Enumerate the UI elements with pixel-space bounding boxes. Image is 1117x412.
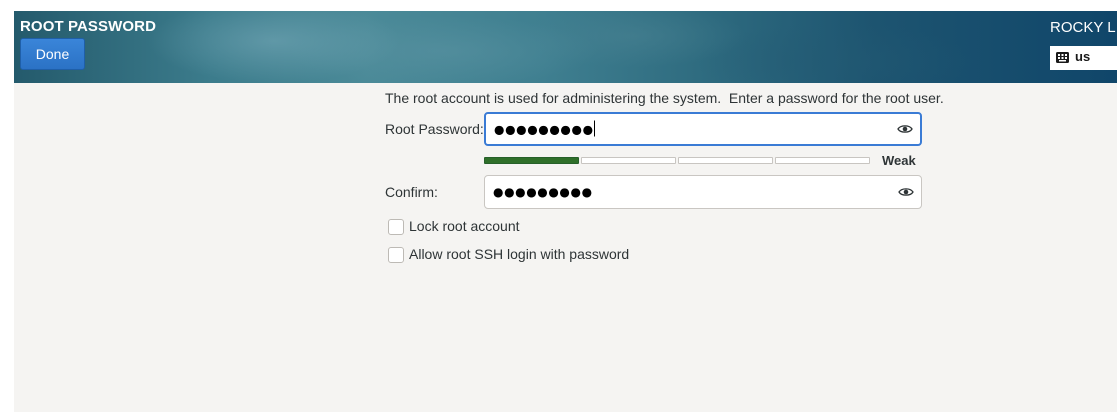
- lock-root-checkbox[interactable]: [388, 219, 404, 235]
- done-button[interactable]: Done: [20, 38, 85, 70]
- installer-window: ROOT PASSWORD Done ROCKY LI us The root …: [14, 11, 1117, 412]
- lock-root-label[interactable]: Lock root account: [409, 218, 520, 234]
- intro-text: The root account is used for administeri…: [385, 90, 944, 106]
- eye-icon[interactable]: [898, 186, 914, 198]
- page-title: ROOT PASSWORD: [20, 18, 157, 35]
- confirm-password-field[interactable]: ●●●●●●●●●: [484, 175, 922, 209]
- allow-ssh-checkbox[interactable]: [388, 247, 404, 263]
- header-bar: ROOT PASSWORD Done ROCKY LI us: [14, 11, 1117, 83]
- allow-ssh-label[interactable]: Allow root SSH login with password: [409, 246, 629, 262]
- keyboard-icon: [1056, 52, 1069, 63]
- product-name: ROCKY LI: [1050, 19, 1117, 36]
- confirm-password-value: ●●●●●●●●●: [493, 185, 593, 199]
- root-password-field[interactable]: ●●●●●●●●●: [484, 112, 922, 146]
- root-password-value: ●●●●●●●●●: [494, 120, 595, 137]
- root-password-label: Root Password:: [385, 121, 484, 137]
- eye-icon[interactable]: [897, 123, 913, 135]
- strength-segment: [581, 157, 676, 164]
- keyboard-layout-indicator[interactable]: us: [1050, 46, 1117, 70]
- password-strength-bar: [484, 157, 870, 164]
- strength-segment: [775, 157, 870, 164]
- strength-segment: [484, 157, 579, 164]
- strength-segment: [678, 157, 773, 164]
- confirm-label: Confirm:: [385, 184, 438, 200]
- keyboard-layout-label: us: [1075, 49, 1091, 64]
- text-caret: [593, 120, 595, 137]
- strength-label: Weak: [882, 153, 916, 168]
